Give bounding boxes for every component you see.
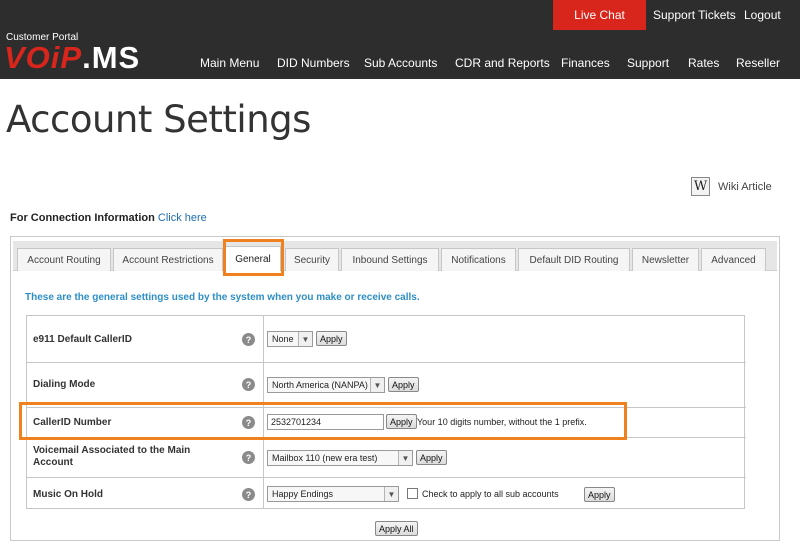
voicemail-select-value: Mailbox 110 (new era test)	[272, 453, 378, 463]
music-on-hold-select[interactable]: Happy Endings ▼	[267, 486, 399, 502]
column-divider	[263, 363, 264, 407]
connection-info-link[interactable]: Click here	[158, 212, 207, 224]
table-row-e911: e911 Default CallerID ? None ▼ Apply	[27, 316, 746, 363]
help-icon[interactable]: ?	[242, 488, 255, 501]
support-tickets-link[interactable]: Support Tickets	[653, 8, 736, 22]
tab-default-did-routing[interactable]: Default DID Routing	[518, 248, 630, 271]
e911-apply-button[interactable]: Apply	[316, 331, 347, 346]
highlight-general-tab	[223, 239, 284, 276]
nav-finances[interactable]: Finances	[561, 56, 610, 70]
tab-account-restrictions[interactable]: Account Restrictions	[113, 248, 223, 271]
column-divider	[263, 478, 264, 509]
nav-reseller[interactable]: Reseller	[736, 56, 780, 70]
nav-support[interactable]: Support	[627, 56, 669, 70]
tab-newsletter[interactable]: Newsletter	[632, 248, 699, 271]
tab-notifications[interactable]: Notifications	[441, 248, 516, 271]
apply-all-subaccounts-checkbox[interactable]	[407, 488, 418, 499]
table-row-voicemail: Voicemail Associated to the Main Account…	[27, 438, 746, 478]
dialing-mode-select-value: North America (NANPA)	[272, 380, 368, 390]
logo-text-voip: VOiP	[4, 40, 83, 75]
voicemail-apply-button[interactable]: Apply	[416, 450, 447, 465]
apply-all-subaccounts-label: Check to apply to all sub accounts	[422, 489, 559, 499]
chevron-down-icon: ▼	[298, 332, 312, 346]
logo-text-ms: .MS	[82, 40, 141, 75]
chevron-down-icon: ▼	[384, 487, 398, 501]
tab-inbound-settings[interactable]: Inbound Settings	[341, 248, 439, 271]
live-chat-button[interactable]: Live Chat	[553, 0, 646, 30]
logout-link[interactable]: Logout	[744, 8, 781, 22]
music-on-hold-label: Music On Hold	[33, 489, 103, 500]
dialing-mode-apply-button[interactable]: Apply	[388, 377, 419, 392]
connection-info-label: For Connection Information	[10, 212, 155, 224]
wikipedia-icon[interactable]: W	[691, 177, 710, 196]
nav-did-numbers[interactable]: DID Numbers	[277, 56, 350, 70]
settings-panel: Account Routing Account Restrictions Gen…	[10, 236, 780, 541]
chevron-down-icon: ▼	[370, 378, 384, 392]
music-on-hold-apply-button[interactable]: Apply	[584, 487, 615, 502]
e911-label: e911 Default CallerID	[33, 334, 132, 345]
tab-account-routing[interactable]: Account Routing	[17, 248, 111, 271]
music-on-hold-select-value: Happy Endings	[272, 489, 334, 499]
tabs-bar: Account Routing Account Restrictions Gen…	[13, 241, 777, 271]
wiki-article-link[interactable]: W Wiki Article	[691, 177, 772, 196]
column-divider	[263, 438, 264, 477]
top-header: Live Chat Support Tickets Logout Custome…	[0, 0, 800, 79]
voicemail-select[interactable]: Mailbox 110 (new era test) ▼	[267, 450, 413, 466]
page-title: Account Settings	[6, 98, 311, 141]
general-settings-intro: These are the general settings used by t…	[25, 292, 420, 303]
voipms-logo[interactable]: VOiP .MS	[4, 40, 141, 75]
nav-cdr-reports[interactable]: CDR and Reports	[455, 56, 550, 70]
nav-rates[interactable]: Rates	[688, 56, 719, 70]
e911-select[interactable]: None ▼	[267, 331, 313, 347]
help-icon[interactable]: ?	[242, 333, 255, 346]
tab-security[interactable]: Security	[285, 248, 339, 271]
connection-info: For Connection Information Click here	[10, 212, 207, 224]
dialing-mode-select[interactable]: North America (NANPA) ▼	[267, 377, 385, 393]
nav-sub-accounts[interactable]: Sub Accounts	[364, 56, 437, 70]
apply-all-button[interactable]: Apply All	[375, 521, 418, 536]
column-divider	[263, 316, 264, 362]
table-row-music-on-hold: Music On Hold ? Happy Endings ▼ Check to…	[27, 478, 746, 509]
highlight-callerid-row	[19, 402, 627, 440]
wiki-article-label[interactable]: Wiki Article	[718, 181, 772, 193]
e911-select-value: None	[272, 334, 294, 344]
voicemail-label: Voicemail Associated to the Main Account	[33, 445, 191, 468]
nav-main-menu[interactable]: Main Menu	[200, 56, 259, 70]
help-icon[interactable]: ?	[242, 451, 255, 464]
tab-advanced[interactable]: Advanced	[701, 248, 766, 271]
dialing-mode-label: Dialing Mode	[33, 379, 96, 390]
help-icon[interactable]: ?	[242, 378, 255, 391]
chevron-down-icon: ▼	[398, 451, 412, 465]
